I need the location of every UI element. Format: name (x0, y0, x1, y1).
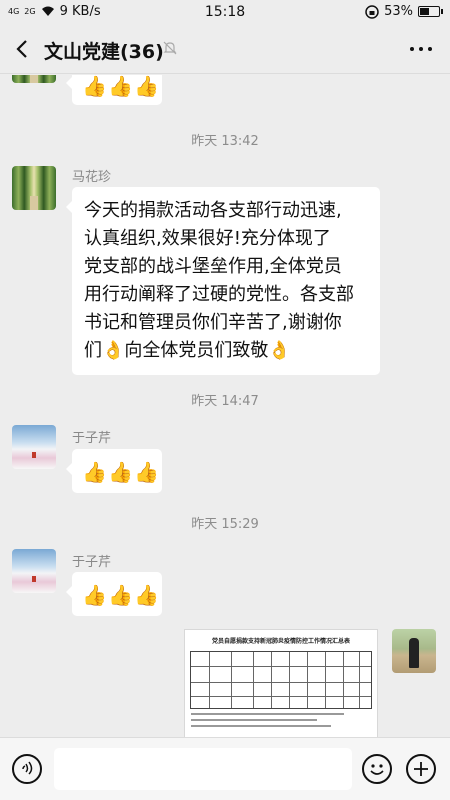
table-line (307, 652, 308, 708)
note-line (191, 725, 332, 727)
message-bubble[interactable]: 今天的捐款活动各支部行动迅速, 认真组织,效果很好!充分体现了 党支部的战斗堡垒… (66, 187, 380, 375)
voice-button[interactable] (12, 754, 42, 784)
table-line (191, 682, 371, 683)
message-bubble[interactable]: 👍 👍 👍 (66, 75, 162, 105)
emoji-row: 👍 👍 👍 (72, 449, 162, 495)
thumbs-up-icon: 👍 (134, 460, 159, 484)
thumbs-up-icon: 👍 (82, 460, 107, 484)
message-line: 们👌向全体党员们致敬👌 (84, 340, 291, 361)
table-line (209, 652, 210, 708)
sender-name: 于子芹 (72, 555, 112, 570)
person-figure (409, 638, 419, 668)
thumbs-up-icon: 👍 (82, 583, 107, 607)
table-line (191, 696, 371, 697)
more-dot (419, 47, 423, 51)
message-bubble[interactable]: 👍 👍 👍 (66, 572, 162, 618)
timestamp: 昨天 13:42 (191, 134, 259, 149)
chat-title[interactable]: 文山党建(36) (44, 37, 164, 64)
thumbs-up-icon: 👍 (82, 75, 107, 98)
thumbs-up-icon: 👍 (108, 583, 133, 607)
timestamp: 昨天 14:47 (191, 394, 259, 409)
thumbs-up-icon: 👍 (108, 460, 133, 484)
battery-fill (420, 8, 429, 15)
more-dot (428, 47, 432, 51)
chat-area[interactable]: 👍 👍 👍 昨天 13:42 马花珍 今天的捐款活动各支部行动迅速, 认真组织,… (0, 75, 450, 737)
table-line (231, 652, 232, 708)
avatar[interactable] (12, 549, 56, 593)
smiley-icon (370, 764, 384, 775)
plus-icon (414, 762, 428, 776)
emoji-row: 👍 👍 👍 (72, 75, 162, 109)
chat-header: 文山党建(36) (0, 24, 450, 74)
lock-rotation-icon (365, 4, 379, 19)
message-text: 今天的捐款活动各支部行动迅速, 认真组织,效果很好!充分体现了 党支部的战斗堡垒… (72, 187, 380, 375)
avatar[interactable] (12, 166, 56, 210)
status-bar: 4G 2G 9 KB/s 15:18 53% (0, 0, 450, 24)
message-bubble[interactable]: 👍 👍 👍 (66, 449, 162, 495)
document-notes (191, 713, 371, 727)
battery-percent: 53% (384, 4, 413, 19)
emoji-row: 👍 👍 👍 (72, 572, 162, 618)
thumbs-up-icon: 👍 (134, 75, 159, 98)
message-line: 用行动阐释了过硬的党性。各支部 (84, 284, 354, 305)
thumbs-up-icon: 👍 (134, 583, 159, 607)
message-line: 书记和管理员你们辛苦了,谢谢你 (84, 312, 342, 333)
message-line: 今天的捐款活动各支部行动迅速, (84, 200, 342, 221)
sender-name: 于子芹 (72, 431, 112, 446)
chevron-left-icon (16, 40, 27, 58)
emoji-button[interactable] (362, 754, 392, 784)
table-line (271, 652, 272, 708)
note-line (191, 719, 317, 721)
table-line (253, 652, 254, 708)
more-dots-icon (410, 47, 414, 51)
avatar[interactable] (392, 629, 436, 673)
status-right: 53% (365, 4, 443, 19)
thumbs-up-icon: 👍 (108, 75, 133, 98)
table-line (359, 652, 360, 708)
document-table (190, 651, 372, 709)
sender-name: 马花珍 (72, 170, 112, 185)
back-button[interactable] (8, 35, 36, 63)
table-line (289, 652, 290, 708)
bell-off-icon (163, 41, 177, 55)
message-input[interactable] (54, 748, 352, 790)
note-line (191, 713, 344, 715)
table-line (325, 652, 326, 708)
battery-icon (418, 6, 443, 17)
voice-icon (22, 761, 33, 775)
table-line (343, 652, 344, 708)
plus-button[interactable] (406, 754, 436, 784)
timestamp: 昨天 15:29 (191, 517, 259, 532)
avatar[interactable] (12, 75, 56, 83)
image-message[interactable]: 党员自愿捐款支持新冠肺炎疫情防控工作情况汇总表 (184, 629, 378, 737)
avatar[interactable] (12, 425, 56, 469)
input-bar (0, 737, 450, 800)
table-line (191, 666, 371, 667)
message-line: 认真组织,效果很好!充分体现了 (84, 228, 331, 249)
more-button[interactable] (410, 41, 432, 57)
document-title: 党员自愿捐款支持新冠肺炎疫情防控工作情况汇总表 (211, 638, 350, 645)
message-line: 党支部的战斗堡垒作用,全体党员 (84, 256, 342, 277)
